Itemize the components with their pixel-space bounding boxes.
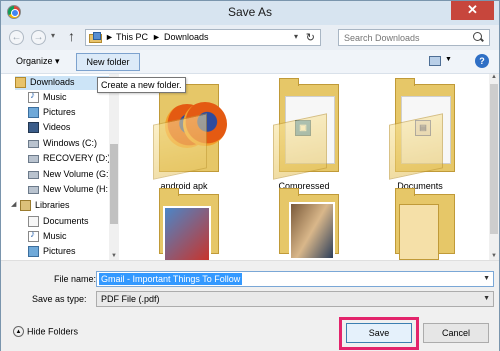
- scroll-down-arrow-icon[interactable]: ▼: [489, 253, 499, 259]
- back-arrow-icon[interactable]: ←: [9, 30, 24, 45]
- sidebar-item-pictures[interactable]: Pictures: [28, 106, 108, 120]
- save-type-select[interactable]: PDF File (.pdf) ▼: [96, 291, 494, 307]
- videos-icon: [28, 122, 39, 133]
- sidebar-item-libraries[interactable]: ◢ Libraries: [11, 199, 108, 213]
- dialog-title: Save As: [227, 5, 273, 19]
- hide-folders-label: Hide Folders: [27, 326, 79, 337]
- address-bar[interactable]: ► This PC ► Downloads ▾ ↻: [85, 29, 321, 46]
- sidebar-item-downloads[interactable]: Downloads: [15, 76, 109, 90]
- scroll-down-arrow-icon[interactable]: ▼: [109, 253, 119, 259]
- sidebar-item-label: Documents: [43, 216, 89, 226]
- sidebar-item-label: RECOVERY (D:): [43, 153, 111, 163]
- breadcrumb-separator-icon[interactable]: ►: [152, 32, 161, 42]
- music-icon: [28, 229, 39, 242]
- collapse-chevron-icon: ▲: [13, 326, 24, 338]
- folder-tile-row2-2[interactable]: [259, 74, 349, 254]
- sidebar-item-label: Libraries: [35, 200, 70, 210]
- expand-chevron-icon[interactable]: ◢: [11, 200, 16, 208]
- new-folder-button[interactable]: New folder: [76, 53, 140, 71]
- sidebar-item-label: Music: [43, 231, 67, 241]
- save-as-dialog: Save As ✕ ← → ▾ ↑ ► This PC ► Downloads …: [0, 0, 500, 351]
- folder-tile-row2-3[interactable]: [375, 74, 465, 254]
- save-type-label: Save as type:: [32, 294, 87, 304]
- refresh-icon[interactable]: ↻: [306, 31, 315, 44]
- recent-locations-chevron-icon[interactable]: ▾: [51, 31, 55, 40]
- sidebar-item-label: Pictures: [43, 246, 76, 256]
- up-arrow-icon[interactable]: ↑: [68, 28, 75, 44]
- sidebar-item-label: New Volume (H:): [43, 184, 108, 194]
- documents-icon: [28, 216, 39, 227]
- downloads-folder-icon: [89, 32, 102, 43]
- close-button[interactable]: ✕: [451, 1, 494, 20]
- sidebar-item-music[interactable]: Music: [28, 90, 108, 105]
- file-name-value[interactable]: Gmail - Important Things To Follow: [99, 273, 243, 285]
- hide-folders-toggle[interactable]: ▲ Hide Folders: [13, 326, 79, 338]
- search-icon[interactable]: [473, 32, 484, 43]
- title-bar: Save As ✕: [1, 1, 499, 25]
- navigation-pane: Downloads Music Pictures Videos Windows …: [1, 74, 119, 260]
- change-view-icon[interactable]: [429, 56, 441, 66]
- drive-icon: [28, 171, 39, 179]
- sidebar-scroll-thumb[interactable]: [110, 144, 118, 224]
- cancel-button[interactable]: Cancel: [423, 323, 489, 343]
- breadcrumb-separator-icon[interactable]: ►: [105, 32, 114, 42]
- sidebar-scrollbar[interactable]: ▼: [109, 74, 119, 260]
- magazine-thumbnail-icon: [289, 202, 335, 260]
- save-form: File name: Gmail - Important Things To F…: [1, 260, 499, 315]
- file-list-pane: android apk ▣ Compressed ▤ Documents: [119, 74, 499, 260]
- file-name-field[interactable]: Gmail - Important Things To Follow ▼: [96, 271, 494, 287]
- sidebar-item-drive-d[interactable]: RECOVERY (D:): [28, 152, 111, 166]
- sidebar-item-label: Videos: [43, 122, 71, 132]
- save-type-chevron-icon[interactable]: ▼: [483, 295, 490, 302]
- sidebar-item-drive-g[interactable]: New Volume (G:): [28, 168, 112, 182]
- sidebar-item-label: Downloads: [30, 77, 75, 87]
- sidebar-item-videos[interactable]: Videos: [28, 121, 108, 135]
- scroll-up-arrow-icon[interactable]: ▲: [489, 74, 499, 80]
- view-options-chevron-icon[interactable]: ▼: [445, 56, 452, 63]
- sidebar-item-library-music[interactable]: Music: [28, 229, 108, 244]
- file-name-label: File name:: [54, 274, 97, 284]
- file-list-scrollbar[interactable]: ▲ ▼: [489, 74, 499, 260]
- library-icon: [20, 200, 31, 211]
- breadcrumb-downloads[interactable]: Downloads: [164, 32, 209, 42]
- sidebar-item-library-pictures[interactable]: Pictures: [28, 245, 108, 259]
- music-icon: [28, 90, 39, 103]
- file-name-chevron-icon[interactable]: ▼: [483, 275, 490, 282]
- address-history-chevron-icon[interactable]: ▾: [294, 32, 298, 41]
- forward-arrow-icon[interactable]: →: [31, 30, 46, 45]
- sidebar-item-drive-h[interactable]: New Volume (H:): [28, 183, 108, 197]
- search-input[interactable]: [344, 32, 469, 43]
- stacked-papers-icon: [399, 204, 439, 260]
- new-folder-tooltip: Create a new folder.: [97, 77, 186, 93]
- picture-thumbnail-icon: [163, 206, 211, 260]
- search-box[interactable]: [338, 29, 490, 46]
- sidebar-item-label: Music: [43, 92, 67, 102]
- sidebar-item-drive-c[interactable]: Windows (C:): [28, 137, 108, 151]
- drive-icon: [28, 155, 39, 163]
- organize-menu-button[interactable]: Organize ▾: [16, 56, 60, 67]
- save-button[interactable]: Save: [346, 323, 412, 343]
- save-type-value: PDF File (.pdf): [101, 294, 160, 304]
- sidebar-item-label: Pictures: [43, 107, 76, 117]
- help-icon[interactable]: ?: [475, 54, 489, 68]
- dialog-footer: ▲ Hide Folders Save Cancel: [1, 315, 499, 351]
- sidebar-item-label: New Volume (G:): [43, 169, 112, 179]
- pictures-icon: [28, 246, 39, 257]
- file-list-scroll-thumb[interactable]: [490, 84, 498, 234]
- folder-icon: [15, 77, 26, 88]
- navigation-bar: ← → ▾ ↑ ► This PC ► Downloads ▾ ↻: [1, 25, 499, 50]
- sidebar-item-documents[interactable]: Documents: [28, 215, 108, 229]
- pictures-icon: [28, 107, 39, 118]
- drive-icon: [28, 140, 39, 148]
- drive-icon: [28, 186, 39, 194]
- sidebar-item-label: Windows (C:): [43, 138, 98, 148]
- breadcrumb-this-pc[interactable]: This PC: [116, 32, 148, 42]
- command-toolbar: Organize ▾ New folder ▼ ?: [1, 50, 499, 74]
